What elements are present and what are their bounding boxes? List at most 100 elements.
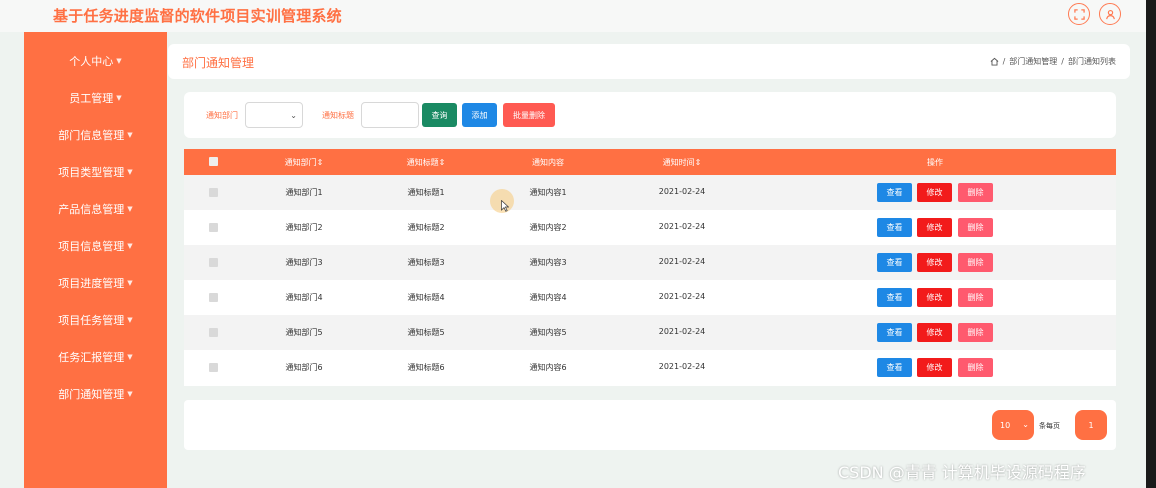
- select-all-checkbox[interactable]: [209, 157, 218, 166]
- header-actions: 操作: [927, 158, 943, 167]
- delete-button[interactable]: 删除: [958, 218, 993, 237]
- cell-title: 通知标题3: [407, 258, 445, 267]
- caret-down-icon: ▼: [127, 279, 133, 287]
- user-icon[interactable]: [1099, 3, 1121, 25]
- sidebar-item-label: 部门信息管理: [58, 129, 125, 142]
- sidebar-item-label: 项目任务管理: [58, 314, 125, 327]
- breadcrumb-item-list: 部门通知列表: [1068, 57, 1116, 66]
- header-title[interactable]: 通知标题⇕: [407, 157, 446, 168]
- caret-down-icon: ▼: [127, 168, 133, 176]
- table-row: 通知部门4 通知标题4 通知内容4 2021-02-24 查看 修改 删除: [184, 280, 1116, 315]
- pagination: 10 ⌄ 条每页 1: [184, 400, 1116, 450]
- delete-button[interactable]: 删除: [958, 358, 993, 377]
- sidebar-item[interactable]: 任务汇报管理 ▼: [24, 347, 167, 367]
- caret-down-icon: ▼: [116, 57, 122, 65]
- cell-content: 通知内容2: [529, 223, 567, 232]
- table-row: 通知部门1 通知标题1 通知内容1 2021-02-24 查看 修改 删除: [184, 175, 1116, 210]
- dept-select[interactable]: ⌄: [245, 102, 303, 128]
- edit-button[interactable]: 修改: [917, 358, 952, 377]
- sidebar-item[interactable]: 项目类型管理 ▼: [24, 162, 167, 182]
- breadcrumb: / 部门通知管理 / 部门通知列表: [990, 56, 1116, 67]
- caret-down-icon: ▼: [127, 205, 133, 213]
- home-icon[interactable]: [990, 57, 999, 66]
- page-size-label: 条每页: [1039, 422, 1060, 430]
- sidebar-item[interactable]: 产品信息管理 ▼: [24, 199, 167, 219]
- mouse-pointer-icon: [501, 200, 509, 212]
- cell-dept: 通知部门4: [285, 293, 323, 302]
- row-checkbox[interactable]: [209, 363, 218, 372]
- delete-button[interactable]: 删除: [958, 253, 993, 272]
- header-dept[interactable]: 通知部门⇕: [285, 157, 324, 168]
- sidebar-item[interactable]: 部门通知管理 ▼: [24, 384, 167, 404]
- cell-title: 通知标题2: [407, 223, 445, 232]
- sidebar-item[interactable]: 员工管理 ▼: [24, 88, 167, 108]
- row-checkbox[interactable]: [209, 223, 218, 232]
- page-size-select[interactable]: 10 ⌄: [992, 410, 1034, 440]
- breadcrumb-separator: /: [1061, 57, 1064, 66]
- row-checkbox[interactable]: [209, 258, 218, 267]
- delete-button[interactable]: 删除: [958, 323, 993, 342]
- screen-edge: [1146, 0, 1156, 488]
- title-input[interactable]: [361, 102, 419, 128]
- query-button[interactable]: 查询: [422, 103, 457, 127]
- sidebar-item[interactable]: 项目进度管理 ▼: [24, 273, 167, 293]
- sidebar-item[interactable]: 项目任务管理 ▼: [24, 310, 167, 330]
- cell-content: 通知内容3: [529, 258, 567, 267]
- view-button[interactable]: 查看: [877, 288, 912, 307]
- cell-title: 通知标题6: [407, 363, 445, 372]
- cell-dept: 通知部门6: [285, 363, 323, 372]
- sidebar-item-label: 产品信息管理: [58, 203, 125, 216]
- left-gutter: [0, 32, 24, 488]
- cell-content: 通知内容1: [529, 188, 567, 197]
- view-button[interactable]: 查看: [877, 323, 912, 342]
- sidebar-item[interactable]: 部门信息管理 ▼: [24, 125, 167, 145]
- view-button[interactable]: 查看: [877, 253, 912, 272]
- add-button[interactable]: 添加: [462, 103, 497, 127]
- edit-button[interactable]: 修改: [917, 323, 952, 342]
- breadcrumb-item-manage[interactable]: 部门通知管理: [1009, 56, 1057, 67]
- cell-time: 2021-02-24: [658, 187, 706, 196]
- edit-button[interactable]: 修改: [917, 288, 952, 307]
- watermark: CSDN @青青 计算机毕设源码程序: [838, 463, 1086, 482]
- breadcrumb-bar: 部门通知管理 / 部门通知管理 / 部门通知列表: [168, 44, 1130, 79]
- sidebar-item[interactable]: 项目信息管理 ▼: [24, 236, 167, 256]
- page-size-value: 10: [1000, 420, 1011, 430]
- row-checkbox[interactable]: [209, 328, 218, 337]
- sidebar-item-label: 个人中心: [69, 55, 114, 68]
- cell-dept: 通知部门2: [285, 223, 323, 232]
- caret-down-icon: ▼: [127, 390, 133, 398]
- view-button[interactable]: 查看: [877, 183, 912, 202]
- edit-button[interactable]: 修改: [917, 253, 952, 272]
- top-header: 基于任务进度监督的软件项目实训管理系统: [0, 0, 1146, 32]
- page-title: 部门通知管理: [182, 56, 255, 70]
- batch-delete-button[interactable]: 批量删除: [503, 103, 555, 127]
- cell-time: 2021-02-24: [658, 257, 706, 266]
- title-label: 通知标题: [322, 111, 354, 120]
- table-row: 通知部门2 通知标题2 通知内容2 2021-02-24 查看 修改 删除: [184, 210, 1116, 245]
- notice-table: 通知部门⇕ 通知标题⇕ 通知内容 通知时间⇕ 操作 通知部门1 通知标题1 通知内容…: [184, 149, 1116, 386]
- cell-title: 通知标题4: [407, 293, 445, 302]
- delete-button[interactable]: 删除: [958, 183, 993, 202]
- edit-button[interactable]: 修改: [917, 218, 952, 237]
- delete-button[interactable]: 删除: [958, 288, 993, 307]
- row-checkbox[interactable]: [209, 293, 218, 302]
- cell-time: 2021-02-24: [658, 362, 706, 371]
- view-button[interactable]: 查看: [877, 218, 912, 237]
- page-number-button[interactable]: 1: [1075, 410, 1107, 440]
- cell-dept: 通知部门5: [285, 328, 323, 337]
- caret-down-icon: ▼: [127, 353, 133, 361]
- cell-dept: 通知部门3: [285, 258, 323, 267]
- app-title: 基于任务进度监督的软件项目实训管理系统: [53, 7, 342, 25]
- edit-button[interactable]: 修改: [917, 183, 952, 202]
- sidebar-item[interactable]: 个人中心 ▼: [24, 51, 167, 71]
- sidebar-item-label: 员工管理: [69, 92, 114, 105]
- dept-label: 通知部门: [206, 111, 238, 120]
- breadcrumb-separator: /: [1002, 57, 1006, 66]
- view-button[interactable]: 查看: [877, 358, 912, 377]
- cell-title: 通知标题5: [407, 328, 445, 337]
- table-row: 通知部门5 通知标题5 通知内容5 2021-02-24 查看 修改 删除: [184, 315, 1116, 350]
- header-content: 通知内容: [532, 158, 564, 167]
- header-time[interactable]: 通知时间⇕: [663, 157, 702, 168]
- row-checkbox[interactable]: [209, 188, 218, 197]
- fullscreen-icon[interactable]: [1068, 3, 1090, 25]
